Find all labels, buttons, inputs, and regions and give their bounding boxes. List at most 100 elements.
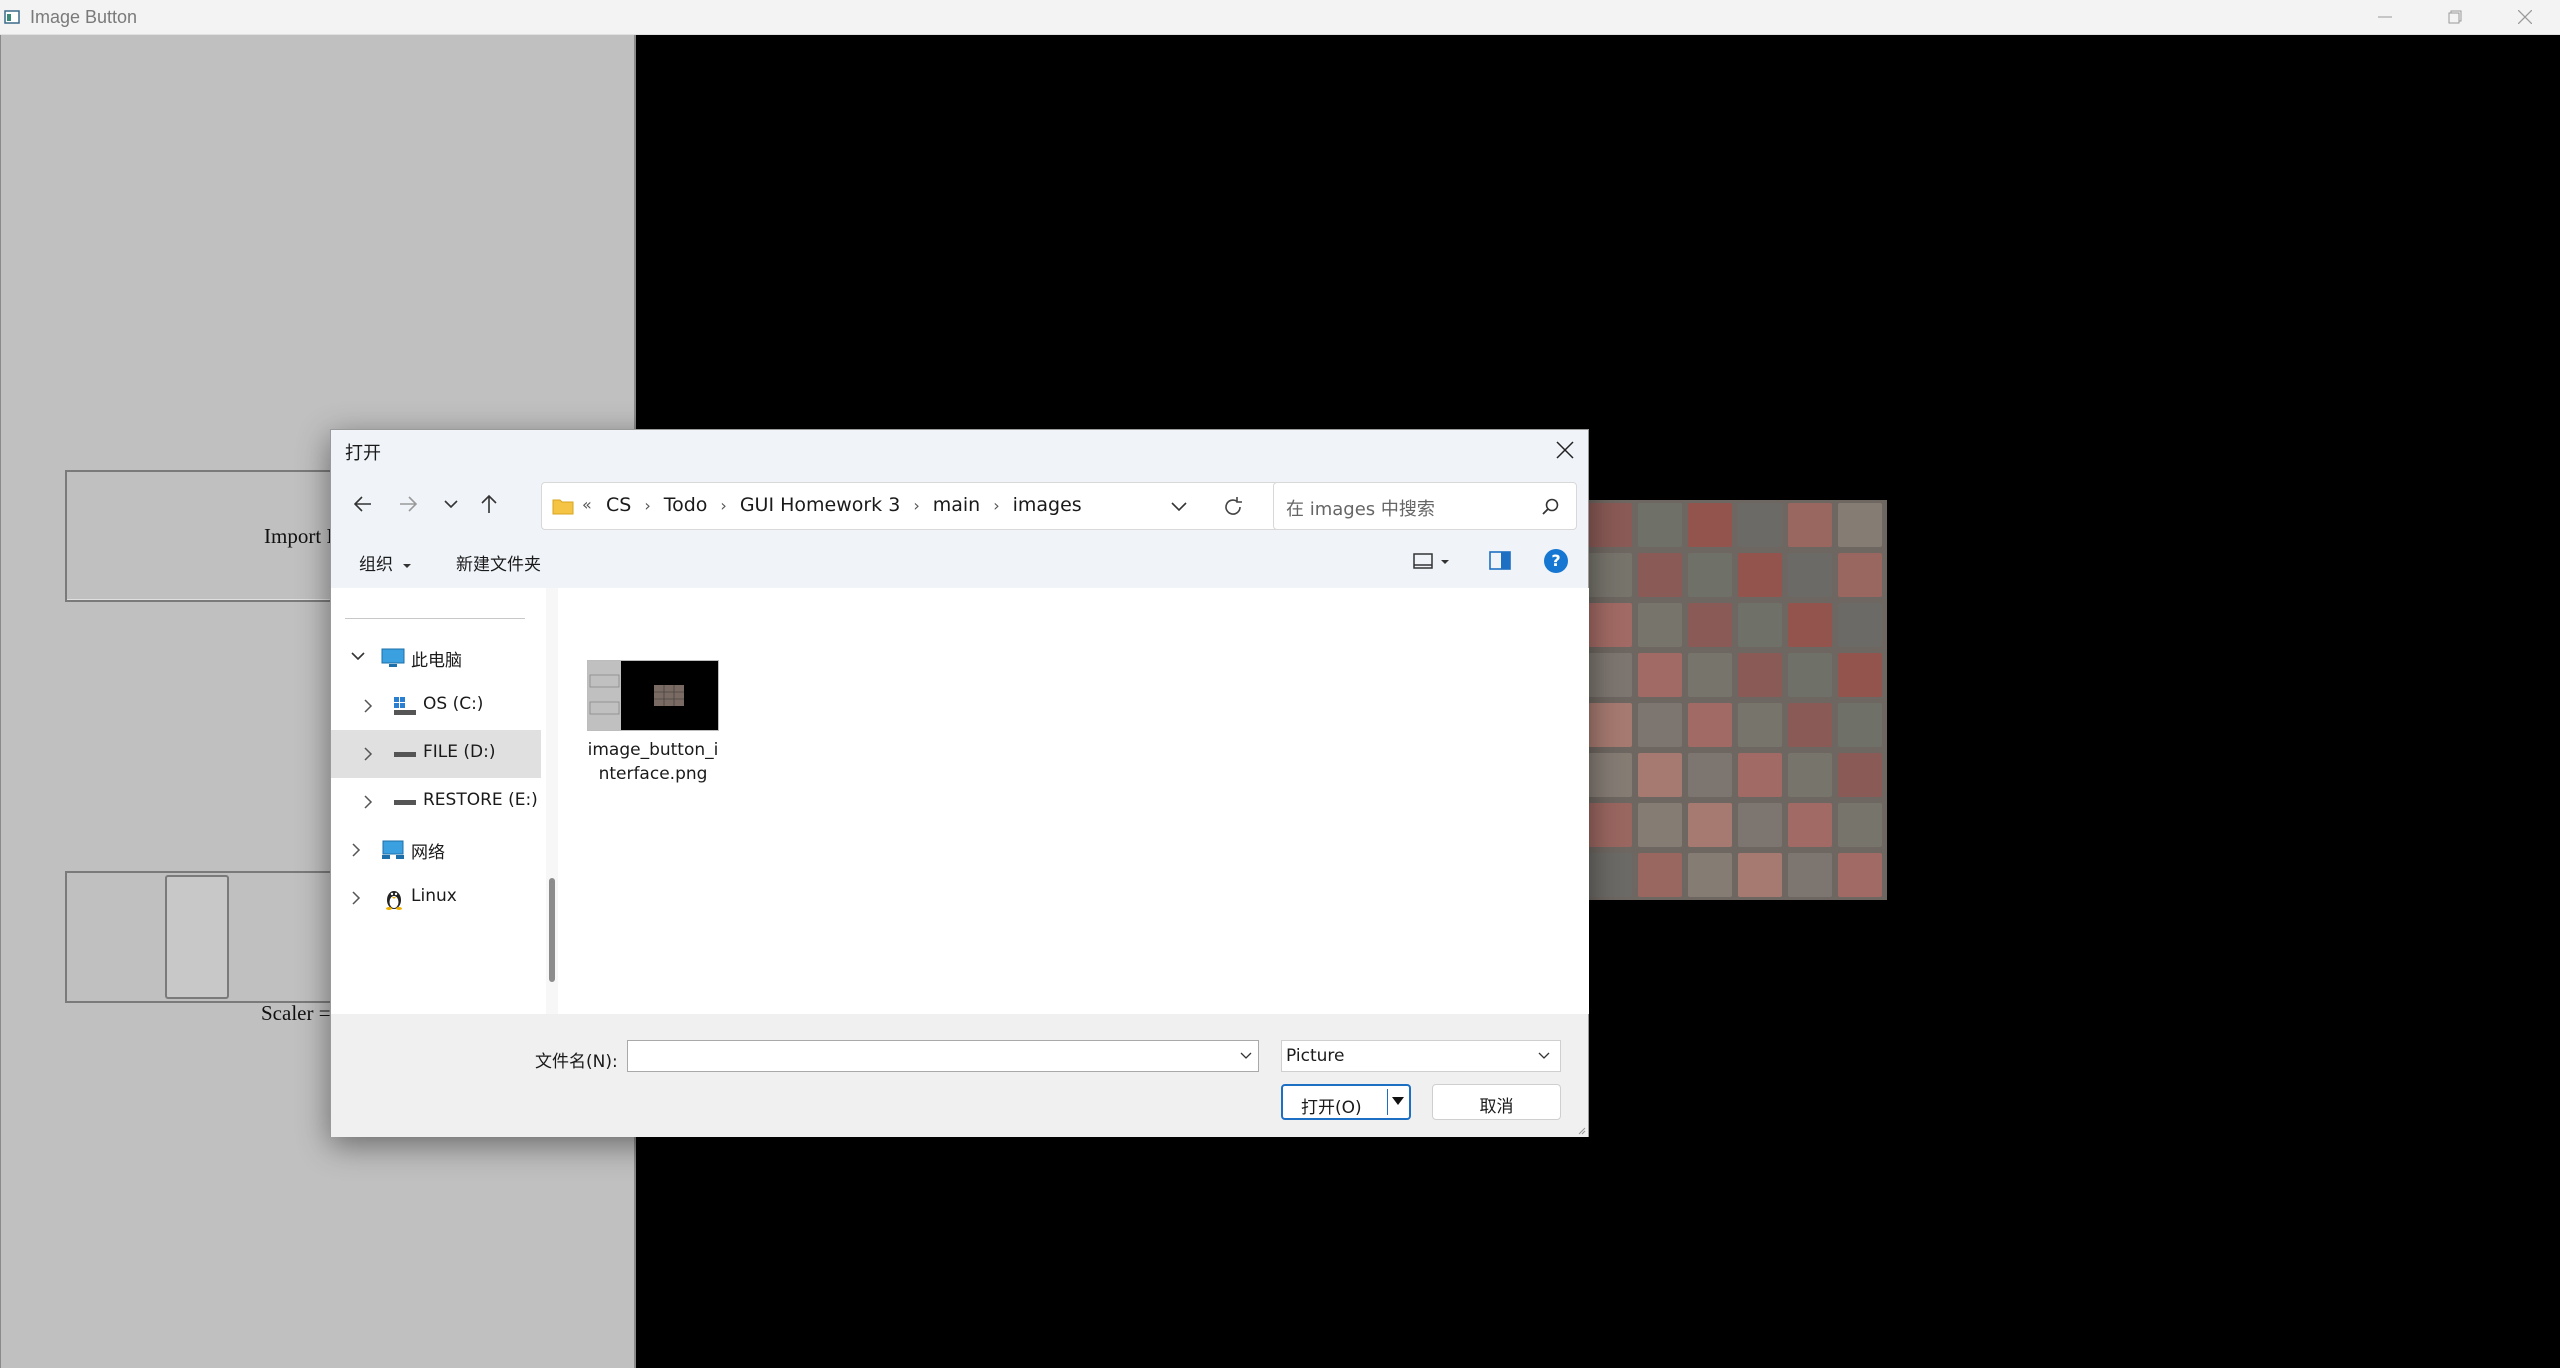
back-arrow-icon[interactable] [351,492,375,516]
up-arrow-icon[interactable] [477,492,501,516]
navigation-scrollbar[interactable] [546,588,558,1014]
tree-item-file-d[interactable]: FILE (D:) [331,730,541,778]
open-button[interactable]: 打开(O) [1281,1084,1411,1120]
chevron-down-icon[interactable] [1240,1052,1252,1060]
search-box[interactable]: 在 images 中搜索 [1273,482,1577,530]
resize-grip-icon[interactable] [1576,1125,1586,1135]
tree-item-restore-e[interactable]: RESTORE (E:) [331,778,541,826]
brick-tile [1838,653,1882,697]
recent-locations-chevron-icon[interactable] [443,492,459,516]
chevron-right-icon [364,795,373,809]
brick-tile [1738,603,1782,647]
dialog-close-button[interactable] [1542,430,1588,470]
organize-menu-button[interactable]: 组织 [359,550,412,575]
chevron-right-icon [364,747,373,761]
refresh-icon[interactable] [1222,496,1244,518]
breadcrumb: CS › Todo › GUI Homework 3 › main › imag… [606,494,1082,516]
brick-tile [1688,703,1732,747]
chevron-down-icon [351,652,365,661]
brick-tile [1838,803,1882,847]
breadcrumb-separator[interactable]: › [993,496,999,515]
tree-item-label: RESTORE (E:) [423,790,538,810]
this-pc-icon [381,648,405,667]
view-mode-icon [1413,553,1449,569]
brick-tile [1738,753,1782,797]
address-history-chevron-icon[interactable] [1170,501,1188,513]
chevron-down-icon [1538,1052,1550,1059]
windows-drive-icon [394,697,416,715]
brick-tile [1738,553,1782,597]
brick-tile [1588,653,1632,697]
thumbnail-image [588,661,718,730]
drive-icon [394,800,416,805]
brick-tile [1588,803,1632,847]
preview-pane-icon [1489,551,1511,570]
brick-tile [1788,503,1832,547]
brick-tile [1838,503,1882,547]
breadcrumb-item[interactable]: Todo [664,494,708,516]
brick-tile [1638,753,1682,797]
brick-tile [1688,503,1732,547]
maximize-button[interactable] [2420,0,2490,34]
displayed-image [1585,500,1887,900]
slider-thumb[interactable] [165,875,229,999]
file-name-line: image_button_i [587,740,719,760]
dialog-title: 打开 [345,443,381,464]
file-type-select[interactable]: Picture [1281,1040,1561,1072]
breadcrumb-item[interactable]: images [1013,494,1082,516]
chevron-right-icon [352,843,361,857]
help-button[interactable]: ? [1544,549,1568,573]
breadcrumb-item[interactable]: CS [606,494,631,516]
breadcrumb-separator[interactable]: › [644,496,650,515]
file-item[interactable]: image_button_i nterface.png [583,660,723,790]
app-title-bar: Image Button [0,0,2560,35]
dropdown-triangle-icon[interactable] [1391,1095,1405,1107]
file-name-line: nterface.png [598,764,708,784]
tree-item-label: 网络 [411,843,445,863]
brick-tile [1688,753,1732,797]
network-icon [382,840,404,859]
chevron-right-icon [364,699,373,713]
minimize-button[interactable] [2350,0,2420,34]
dialog-title-bar: 打开 [331,430,1588,470]
brick-tile [1788,703,1832,747]
breadcrumb-overflow[interactable]: « [582,495,592,514]
brick-tile [1838,753,1882,797]
forward-arrow-icon[interactable] [396,492,420,516]
cancel-button[interactable]: 取消 [1432,1084,1561,1120]
brick-tile [1588,703,1632,747]
brick-tile [1588,503,1632,547]
brick-tile [1688,553,1732,597]
search-input[interactable]: 在 images 中搜索 [1286,495,1435,521]
brick-tile [1738,703,1782,747]
breadcrumb-separator[interactable]: › [720,496,726,515]
file-type-value: Picture [1286,1046,1345,1066]
breadcrumb-separator[interactable]: › [913,496,919,515]
change-view-button[interactable] [1413,550,1451,576]
scrollbar-thumb[interactable] [549,878,555,982]
tree-item-this-pc[interactable]: 此电脑 [331,634,541,682]
address-bar[interactable]: « CS › Todo › GUI Homework 3 › main › im… [541,482,1283,530]
new-folder-button[interactable]: 新建文件夹 [456,550,541,575]
brick-tile [1788,603,1832,647]
dialog-toolbar: 组织 新建文件夹 ? [331,536,1588,588]
brick-tile [1738,503,1782,547]
split-divider [1387,1089,1388,1115]
filename-input[interactable] [627,1040,1259,1072]
tree-item-linux[interactable]: Linux [331,874,541,922]
brick-tile [1638,703,1682,747]
tree-item-network[interactable]: 网络 [331,826,541,874]
close-button[interactable] [2490,0,2560,34]
tree-item-os-c[interactable]: OS (C:) [331,682,541,730]
breadcrumb-item[interactable]: main [933,494,980,516]
search-icon[interactable] [1542,498,1560,516]
tree-item-label: OS (C:) [423,694,484,714]
brick-tile [1688,803,1732,847]
preview-pane-button[interactable] [1489,550,1511,576]
file-name: image_button_i nterface.png [583,738,723,786]
brick-tile [1838,553,1882,597]
breadcrumb-item[interactable]: GUI Homework 3 [740,494,901,516]
folder-icon [552,499,574,515]
brick-tile [1788,753,1832,797]
drive-icon [394,752,416,757]
